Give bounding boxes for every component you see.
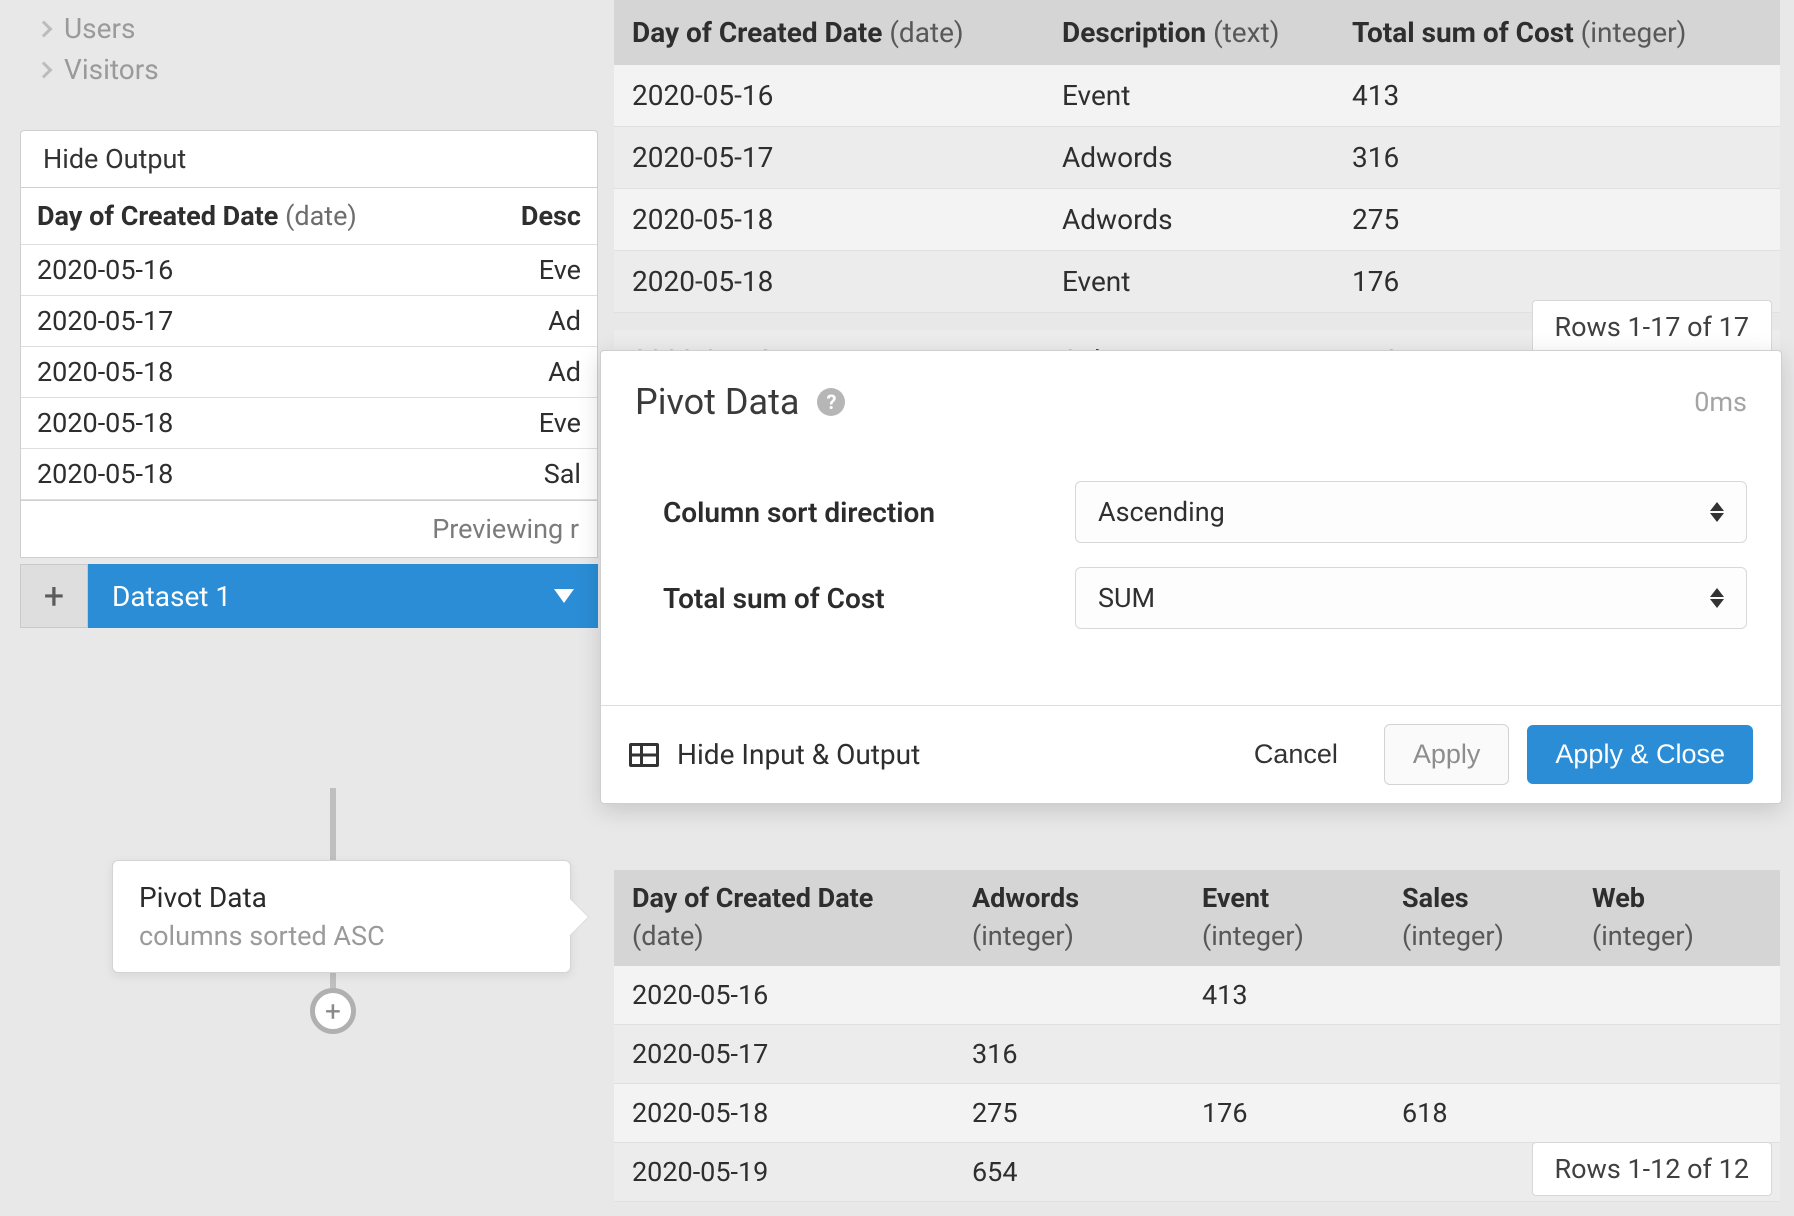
- form-row-sort-direction: Column sort direction Ascending: [635, 481, 1747, 543]
- col-name: Day of Created Date: [632, 882, 873, 914]
- col-name: Day of Created Date: [632, 16, 882, 49]
- tree-item-visitors[interactable]: Visitors: [38, 49, 580, 90]
- add-step-button[interactable]: +: [310, 988, 356, 1034]
- arrow-right-icon: [570, 899, 588, 935]
- chevron-right-icon: [36, 20, 53, 37]
- plus-icon: +: [44, 575, 64, 617]
- col-name: Web: [1592, 882, 1645, 914]
- chevron-down-icon: [554, 589, 574, 603]
- col-name: Day of Created Date: [37, 200, 278, 232]
- preview-status: Previewing r: [20, 501, 598, 558]
- input-data-table: Day of Created Date (date) Description (…: [614, 0, 1780, 313]
- col-name: Event: [1202, 882, 1269, 914]
- col-type: (integer): [972, 918, 1166, 956]
- chevron-right-icon: [36, 61, 53, 78]
- hide-output-label: Hide Output: [43, 143, 186, 175]
- col-type: (integer): [1402, 918, 1556, 956]
- form-row-aggregation: Total sum of Cost SUM: [635, 567, 1747, 629]
- col-name: Total sum of Cost: [1352, 16, 1574, 49]
- table-row[interactable]: 2020-05-16Event413: [614, 65, 1780, 127]
- select-value: SUM: [1098, 582, 1155, 614]
- output-data-table: Day of Created Date (date) Adwords (intege…: [614, 870, 1780, 1202]
- tree-item-label: Visitors: [64, 53, 159, 86]
- table-row[interactable]: 2020-05-17316: [614, 1024, 1780, 1083]
- table-row[interactable]: 2020-05-18Sal: [21, 449, 597, 500]
- table-icon: [629, 743, 659, 767]
- pipeline-tab-row: + Dataset 1: [20, 564, 598, 628]
- col-name: Adwords: [972, 882, 1079, 914]
- select-arrows-icon: [1710, 502, 1724, 522]
- modal-footer: Hide Input & Output Cancel Apply Apply &…: [601, 705, 1781, 803]
- help-icon[interactable]: ?: [817, 388, 845, 416]
- node-subtitle: columns sorted ASC: [139, 920, 544, 952]
- col-type: (integer): [1592, 918, 1762, 956]
- apply-close-button[interactable]: Apply & Close: [1527, 725, 1753, 784]
- col-name: Desc: [521, 200, 581, 232]
- table-row[interactable]: 2020-05-18275176618: [614, 1083, 1780, 1142]
- pivot-data-modal: Pivot Data ? 0ms Column sort direction A…: [600, 350, 1782, 804]
- table-header-row: Day of Created Date (date) Adwords (intege…: [614, 870, 1780, 966]
- col-name: Description: [1062, 16, 1206, 49]
- field-label: Column sort direction: [635, 496, 1075, 529]
- table-row[interactable]: 2020-05-18Adwords275: [614, 189, 1780, 251]
- tree-item-users[interactable]: Users: [38, 8, 580, 49]
- field-label: Total sum of Cost: [635, 582, 1075, 615]
- col-name: Sales: [1402, 882, 1469, 914]
- col-type: (date): [632, 918, 936, 956]
- select-value: Ascending: [1098, 496, 1225, 528]
- rows-count-text: Rows 1-12 of 12: [1555, 1153, 1749, 1185]
- add-dataset-button[interactable]: +: [20, 564, 88, 628]
- hide-io-label: Hide Input & Output: [677, 738, 920, 771]
- table-row[interactable]: 2020-05-18Eve: [21, 398, 597, 449]
- sort-direction-select[interactable]: Ascending: [1075, 481, 1747, 543]
- table-header-row: Day of Created Date (date) Description (…: [614, 0, 1780, 65]
- modal-header: Pivot Data ? 0ms: [601, 351, 1781, 443]
- background-preview-table: Day of Created Date (date) Desc 2020-05-…: [20, 187, 598, 501]
- modal-body: Column sort direction Ascending Total su…: [601, 443, 1781, 705]
- left-panel: Users Visitors Hide Output Day of Create…: [20, 0, 598, 628]
- aggregation-select[interactable]: SUM: [1075, 567, 1747, 629]
- table-row[interactable]: 2020-05-16413: [614, 966, 1780, 1025]
- col-type: (date): [285, 200, 357, 232]
- cancel-button[interactable]: Cancel: [1226, 725, 1366, 784]
- col-type: (date): [889, 16, 963, 49]
- rows-count-badge: Rows 1-12 of 12: [1532, 1142, 1772, 1196]
- col-type: (integer): [1202, 918, 1366, 956]
- plus-icon: +: [325, 995, 341, 1028]
- col-type: (text): [1213, 16, 1279, 49]
- table-row[interactable]: 2020-05-18Ad: [21, 347, 597, 398]
- table-row[interactable]: 2020-05-16Eve: [21, 245, 597, 296]
- modal-title: Pivot Data: [635, 381, 799, 423]
- table-header-row: Day of Created Date (date) Desc: [21, 188, 597, 245]
- hide-output-button[interactable]: Hide Output: [20, 130, 598, 187]
- hide-io-button[interactable]: Hide Input & Output: [629, 738, 920, 771]
- object-tree: Users Visitors: [20, 0, 598, 130]
- table-row[interactable]: 2020-05-17Ad: [21, 296, 597, 347]
- apply-button[interactable]: Apply: [1384, 724, 1510, 785]
- tree-item-label: Users: [64, 12, 135, 45]
- select-arrows-icon: [1710, 588, 1724, 608]
- table-row[interactable]: 2020-05-17Adwords316: [614, 127, 1780, 189]
- preview-status-text: Previewing r: [432, 513, 579, 545]
- dataset-tab[interactable]: Dataset 1: [88, 564, 598, 628]
- rows-count-badge: Rows 1-17 of 17: [1532, 300, 1772, 354]
- node-title: Pivot Data: [139, 881, 544, 914]
- pivot-node[interactable]: Pivot Data columns sorted ASC: [112, 860, 571, 973]
- execution-time: 0ms: [1694, 386, 1747, 418]
- dataset-tab-label: Dataset 1: [112, 580, 231, 613]
- rows-count-text: Rows 1-17 of 17: [1555, 311, 1749, 343]
- col-type: (integer): [1581, 16, 1687, 49]
